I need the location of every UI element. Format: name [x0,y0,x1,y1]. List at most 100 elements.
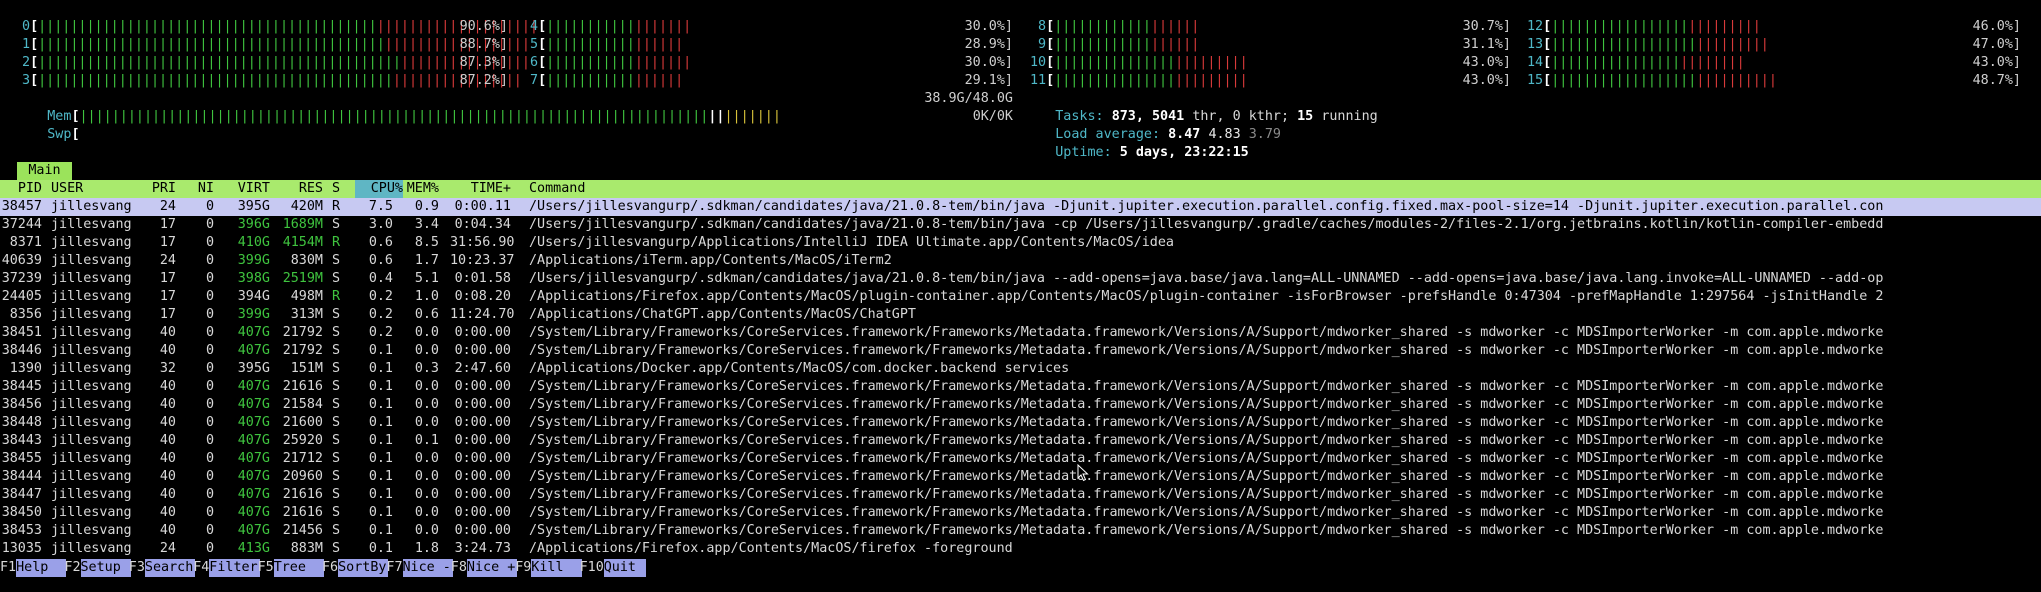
cell-res: 498M [290,289,323,304]
fkey-f8[interactable]: F8 [451,559,467,577]
cell-cpu: 0.1 [368,451,393,466]
cell-ni: 0 [205,217,214,232]
fkey-action-f2[interactable]: Setup [80,559,131,577]
cell-s: S [332,325,341,340]
cpu-bar-user: ||||||||||||||||||||||||||||||||||||||||… [38,37,385,52]
col-command[interactable]: Command [529,180,585,198]
fkey-f2[interactable]: F2 [64,559,80,577]
fkey-f1[interactable]: F1 [0,559,16,577]
cpu-meter-6: 6[|||||||||||||||||| [530,55,692,70]
cell-mem: 0.0 [414,451,439,466]
process-row-selected[interactable]: 38457 jillesvang 24 0 395G 420M R 7.5 0.9 0:00.11… [0,198,2041,216]
cpu-bar-user: |||||||||||||||| [1551,55,1681,70]
cell-cpu: 0.1 [368,469,393,484]
cpu-bar-system: |||||||||| [1696,73,1777,88]
process-row[interactable]: 38447 jillesvang 40 0 407G 21616 S 0.1 0.0 0:00.0… [0,486,2041,504]
col-pri[interactable]: PRI [146,180,176,198]
cell-pri: 40 [159,415,176,430]
cell-mem: 5.1 [414,271,439,286]
cell-cpu: 3.0 [368,217,393,232]
cell-command: /System/Library/Frameworks/CoreServices.… [529,325,1884,340]
tab-main[interactable]: Main [17,162,72,180]
process-row[interactable]: 13035 jillesvang 24 0 413G 883M S 0.1 1.8 3:24.73… [0,540,2041,558]
fkey-f4[interactable]: F4 [193,559,209,577]
fkey-action-f10[interactable]: Quit [603,559,647,577]
cpu-meter-14: 14[|||||||||||||||||||||||| [1527,55,1745,70]
cell-res: 21616 [282,379,323,394]
fkey-action-f4[interactable]: Filter [209,559,260,577]
cpu-meter-13: 13[||||||||||||||||||||||||||| [1527,37,1769,52]
fkey-action-f1[interactable]: Help [16,559,67,577]
process-row[interactable]: 1390 jillesvang 32 0 395G 151M S 0.1 0.3 2:47.60 /… [0,360,2041,378]
col-mem[interactable]: MEM% [403,180,439,198]
cell-mem: 0.0 [414,379,439,394]
col-cpu[interactable]: CPU% [355,180,403,198]
cell-command: /Applications/Firefox.app/Contents/MacOS… [529,541,1013,556]
fkey-f10[interactable]: F10 [580,559,604,577]
cell-user: jillesvang [51,469,132,484]
cpu-meter-label: 15 [1527,73,1544,88]
process-row[interactable]: 38444 jillesvang 40 0 407G 20960 S 0.1 0.0 0:00.0… [0,468,2041,486]
col-virt[interactable]: VIRT [225,180,270,198]
cpu-meter-value: 88.7%] [459,37,508,52]
cell-time: 2:47.60 [454,361,511,376]
cell-pid: 8371 [9,235,42,250]
cell-command: /System/Library/Frameworks/CoreServices.… [529,343,1884,358]
fkey-f3[interactable]: F3 [129,559,145,577]
cpu-meter-value: 30.0%] [964,19,1013,34]
cell-pri: 17 [159,235,176,250]
cell-user: jillesvang [51,343,132,358]
cpu-bar-system: ||||||||| [1175,55,1248,70]
cell-cpu: 0.1 [368,379,393,394]
cpu-meter-11: 11[|||||||||||||||||||||||| [1030,73,1248,88]
cell-virt: 407G [237,451,270,466]
fkey-f7[interactable]: F7 [386,559,402,577]
fkey-f6[interactable]: F6 [322,559,338,577]
process-row[interactable]: 38453 jillesvang 40 0 407G 21456 S 0.1 0.0 0:00.0… [0,522,2041,540]
cpu-bar-user: ||||||||||| [546,73,635,88]
fkey-f5[interactable]: F5 [258,559,274,577]
cell-res: 830M [290,253,323,268]
cell-s: S [332,505,341,520]
cell-user: jillesvang [51,217,132,232]
fkey-action-f7[interactable]: Nice - [402,559,453,577]
cpu-meter-value: 29.1%] [964,73,1013,88]
col-pid[interactable]: PID [0,180,42,198]
process-row[interactable]: 8356 jillesvang 17 0 399G 313M S 0.2 0.6 11:24.70… [0,306,2041,324]
fkey-action-f8[interactable]: Nice + [466,559,518,577]
fkey-action-f5[interactable]: Tree [273,559,325,577]
cell-s: S [332,451,341,466]
process-row[interactable]: 38446 jillesvang 40 0 407G 21792 S 0.1 0.0 0:00.0… [0,342,2041,360]
cpu-meter-9: 9[|||||||||||||||||| [1030,37,1200,52]
process-row[interactable]: 24405 jillesvang 17 0 394G 498M R 0.2 1.0 0:08.20… [0,288,2041,306]
fkey-action-f6[interactable]: SortBy [338,559,389,577]
cell-ni: 0 [205,379,214,394]
cpu-meter-label: 10 [1030,55,1047,70]
process-row[interactable]: 8371 jillesvang 17 0 410G 4154M R 0.6 8.5 31:56.9… [0,234,2041,252]
process-row[interactable]: 38443 jillesvang 40 0 407G 25920 S 0.1 0.1 0:00.0… [0,432,2041,450]
process-row[interactable]: 38451 jillesvang 40 0 407G 21792 S 0.2 0.0 0:00.0… [0,324,2041,342]
process-row[interactable]: 38456 jillesvang 40 0 407G 21584 S 0.1 0.0 0:00.0… [0,396,2041,414]
col-time[interactable]: TIME+ [450,180,511,198]
fkey-action-f3[interactable]: Search [144,559,196,577]
fkey-f9[interactable]: F9 [515,559,531,577]
process-row[interactable]: 37244 jillesvang 17 0 396G 1689M S 3.0 3.4 0:04.3… [0,216,2041,234]
process-row[interactable]: 38445 jillesvang 40 0 407G 21616 S 0.1 0.0 0:00.0… [0,378,2041,396]
col-res[interactable]: RES [275,180,323,198]
process-row[interactable]: 37239 jillesvang 17 0 398G 2519M S 0.4 5.1 0:01.5… [0,270,2041,288]
col-user[interactable]: USER [51,180,83,198]
cell-s: R [332,235,341,250]
process-row[interactable]: 38448 jillesvang 40 0 407G 21600 S 0.1 0.0 0:00.0… [0,414,2041,432]
cell-pid: 38456 [1,397,42,412]
cpu-meter-12: 12[|||||||||||||||||||||||||| [1527,19,1761,34]
process-row[interactable]: 40639 jillesvang 24 0 399G 830M S 0.6 1.7 10:23.3… [0,252,2041,270]
cell-command: /Applications/Firefox.app/Contents/MacOS… [529,289,1884,304]
fkey-action-f9[interactable]: Kill [531,559,582,577]
col-state[interactable]: S [332,180,340,198]
cpu-meter-label: 1 [22,37,31,52]
process-row[interactable]: 38455 jillesvang 40 0 407G 21712 S 0.1 0.0 0:00.0… [0,450,2041,468]
cell-pri: 40 [159,325,176,340]
col-ni[interactable]: NI [190,180,214,198]
process-row[interactable]: 38450 jillesvang 40 0 407G 21616 S 0.1 0.0 0:00.0… [0,504,2041,522]
cell-time: 0:00.00 [454,433,511,448]
